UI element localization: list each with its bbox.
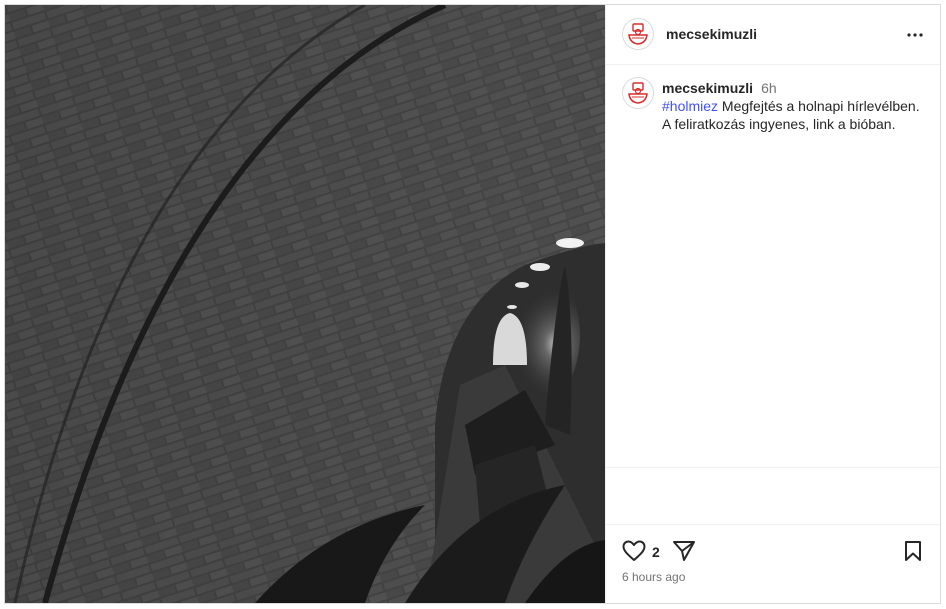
like-button[interactable] <box>620 537 648 565</box>
heart-outline-icon <box>622 540 646 561</box>
caption-avatar[interactable] <box>622 77 654 109</box>
tunnel-photo-image <box>5 5 605 603</box>
more-horizontal-icon <box>907 33 923 37</box>
post-side-panel: mecsekimuzli mecsekimuzli 6h #holmiez Me… <box>605 5 940 603</box>
caption-section: mecsekimuzli 6h #holmiez Megfejtés a holn… <box>606 65 940 468</box>
hashtag-link[interactable]: #holmiez <box>662 98 718 114</box>
action-bar: 2 <box>606 535 940 567</box>
save-button[interactable] <box>899 537 927 565</box>
avatar[interactable] <box>622 18 654 50</box>
like-count[interactable]: 2 <box>652 544 660 560</box>
mecsek-muzli-logo-icon <box>628 82 648 104</box>
post-photo[interactable] <box>5 5 605 603</box>
divider <box>606 467 940 468</box>
caption-text: mecsekimuzli 6h #holmiez Megfejtés a holn… <box>662 79 927 133</box>
paper-plane-icon <box>673 541 695 561</box>
more-options-button[interactable] <box>903 23 927 47</box>
share-button[interactable] <box>670 537 698 565</box>
caption-time: 6h <box>761 80 777 96</box>
caption-username[interactable]: mecsekimuzli <box>662 80 753 96</box>
post-header: mecsekimuzli <box>606 5 940 65</box>
header-username[interactable]: mecsekimuzli <box>666 26 757 42</box>
post-dialog: mecsekimuzli mecsekimuzli 6h #holmiez Me… <box>4 4 941 604</box>
divider <box>606 524 940 525</box>
post-timestamp[interactable]: 6 hours ago <box>622 570 685 584</box>
bookmark-outline-icon <box>905 541 921 561</box>
mecsek-muzli-logo-icon <box>628 23 648 45</box>
